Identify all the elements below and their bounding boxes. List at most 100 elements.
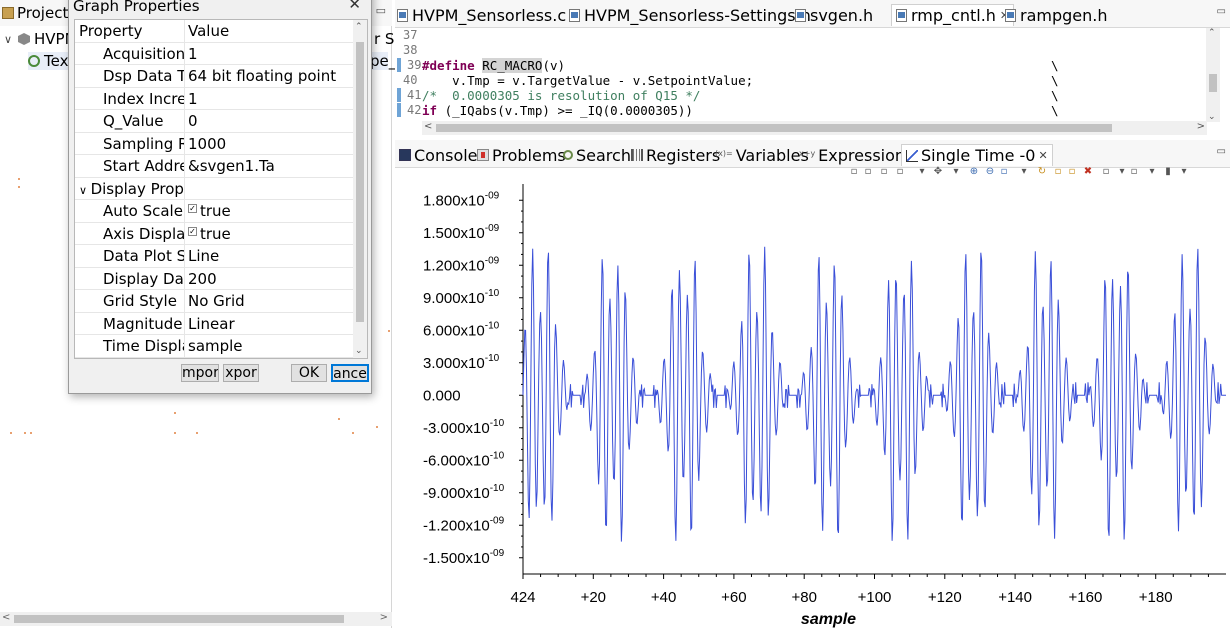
- property-row[interactable]: Q_Value 0: [75, 110, 355, 133]
- property-row[interactable]: Start Addre &svgen1.Ta: [75, 155, 355, 178]
- display-properties-icon[interactable]: ▫: [1128, 166, 1140, 178]
- minimize-maximize-buttons[interactable]: ▭: [1217, 6, 1226, 17]
- checkbox-checked[interactable]: ✓: [188, 204, 197, 213]
- zoom-out-icon[interactable]: ⊖: [984, 166, 996, 178]
- x-tick-label: +120: [928, 589, 962, 606]
- expand-chevron-icon[interactable]: ∨: [4, 33, 14, 46]
- tab-console[interactable]: Console: [399, 144, 478, 166]
- property-value[interactable]: 200: [188, 268, 355, 290]
- tab-search[interactable]: Search: [563, 144, 631, 166]
- property-value[interactable]: false: [188, 358, 355, 359]
- property-row[interactable]: Sampling R 1000: [75, 132, 355, 155]
- property-value[interactable]: ✓ true: [188, 200, 355, 222]
- property-row[interactable]: Axis Display✓true: [75, 222, 355, 245]
- close-icon[interactable]: ✕: [348, 0, 361, 13]
- export-button[interactable]: xpor: [223, 364, 259, 382]
- property-value[interactable]: No Grid: [188, 290, 355, 312]
- dropdown-icon[interactable]: ▾: [1146, 166, 1158, 178]
- property-row[interactable]: Index Increi 1: [75, 87, 355, 110]
- tree-item-project[interactable]: ∨ HVPN: [4, 30, 76, 48]
- tab-svgen-h[interactable]: svgen.h: [795, 4, 873, 26]
- ok-button[interactable]: OK: [291, 364, 327, 382]
- tab-single-time-graph[interactable]: Single Time -0 ✕: [901, 144, 1053, 166]
- property-row[interactable]: Time Displa sample: [75, 335, 355, 358]
- editor-hscrollbar[interactable]: < >: [422, 121, 1207, 135]
- dropdown-icon[interactable]: ▾: [916, 166, 928, 178]
- tab-hvpm-sensorless-settings-h[interactable]: HVPM_Sensorless-Settings.h: [569, 4, 811, 26]
- property-value[interactable]: sample: [188, 335, 355, 357]
- scroll-up-icon[interactable]: ⌃: [1208, 28, 1216, 38]
- import-button[interactable]: mpor: [181, 364, 219, 382]
- remove-icon[interactable]: ✖: [1082, 166, 1094, 178]
- scroll-down-icon[interactable]: ⌄: [1208, 112, 1216, 122]
- scroll-left-icon[interactable]: <: [424, 121, 432, 132]
- scroll-left-icon[interactable]: <: [2, 612, 10, 623]
- close-tab-icon[interactable]: ✕: [1038, 149, 1047, 162]
- property-value[interactable]: &svgen1.Ta: [188, 155, 355, 177]
- tab-expressions[interactable]: x+y Expressions: [799, 144, 913, 166]
- property-value[interactable]: ✓ true: [188, 223, 355, 245]
- tab-problems[interactable]: Problems: [477, 144, 566, 166]
- show-data-icon[interactable]: ▫: [848, 166, 860, 178]
- single-time-graph[interactable]: 1.800x10-09 1.500x10-09 1.200x10-09 9.000x1…: [395, 168, 1230, 628]
- dropdown-icon[interactable]: ▾: [1018, 166, 1030, 178]
- minimize-maximize-buttons[interactable]: ▭: [1217, 146, 1226, 157]
- property-value[interactable]: 64 bit floating point: [188, 65, 355, 87]
- property-row[interactable]: Magnitude Linear: [75, 312, 355, 335]
- property-row[interactable]: Data Plot S Line: [75, 245, 355, 268]
- refresh-icon[interactable]: ↻: [1036, 166, 1048, 178]
- property-value[interactable]: 1: [188, 43, 355, 65]
- property-value[interactable]: [188, 178, 355, 200]
- editor-vscrollbar[interactable]: ⌃ ⌄: [1206, 28, 1220, 122]
- zoom-fit-icon[interactable]: ▫: [998, 166, 1010, 178]
- dropdown-icon[interactable]: ▾: [950, 166, 962, 178]
- property-value[interactable]: Line: [188, 245, 355, 267]
- project-explorer-hscrollbar[interactable]: < >: [0, 612, 392, 626]
- scrollbar-thumb[interactable]: [436, 124, 1112, 132]
- tab-registers[interactable]: Registers: [631, 144, 720, 166]
- minimize-maximize-buttons[interactable]: ▭: [376, 4, 386, 17]
- property-row[interactable]: Acquisition 1: [75, 42, 355, 65]
- property-row[interactable]: Display Dat 200: [75, 267, 355, 290]
- tab-rmp-cntl-h[interactable]: rmp_cntl.h ✕: [891, 4, 1015, 26]
- scroll-right-icon[interactable]: >: [380, 612, 388, 623]
- tab-variables[interactable]: (x)= Variables: [715, 144, 809, 166]
- grid-icon[interactable]: ▫: [862, 166, 874, 178]
- pause-icon[interactable]: ▮: [1162, 166, 1174, 178]
- property-value[interactable]: Linear: [188, 313, 355, 335]
- cancel-button[interactable]: ance: [331, 364, 369, 382]
- property-value[interactable]: 1: [188, 88, 355, 110]
- tab-rampgen-h[interactable]: rampgen.h: [1005, 4, 1108, 26]
- scroll-up-icon[interactable]: ⌃: [355, 22, 363, 32]
- checkbox-checked[interactable]: ✓: [188, 226, 197, 236]
- clear-icon[interactable]: ▫: [1100, 166, 1112, 178]
- scrollbar-thumb[interactable]: [1209, 74, 1217, 92]
- property-row[interactable]: Use Dc Valufalse: [75, 357, 355, 359]
- property-name: Start Addre: [75, 155, 185, 177]
- legend-icon[interactable]: ▫: [878, 166, 890, 178]
- property-row[interactable]: Grid Style No Grid: [75, 290, 355, 313]
- property-table-vscrollbar[interactable]: ⌃ ⌄: [353, 20, 367, 358]
- property-value[interactable]: 1000: [188, 133, 355, 155]
- reset-icon[interactable]: ▫: [1066, 166, 1078, 178]
- scroll-right-icon[interactable]: >: [1197, 121, 1205, 132]
- scrollbar-thumb[interactable]: [356, 42, 364, 322]
- scroll-down-icon[interactable]: ⌄: [355, 346, 363, 356]
- property-row[interactable]: Dsp Data T 64 bit floating point: [75, 65, 355, 88]
- menu-icon[interactable]: ▾: [1178, 166, 1190, 178]
- scrollbar-thumb[interactable]: [14, 615, 344, 623]
- property-value[interactable]: 0: [188, 110, 355, 132]
- tab-project-explorer[interactable]: Project: [2, 4, 68, 22]
- pan-icon[interactable]: ✥: [932, 166, 944, 178]
- property-row[interactable]: Auto Scale ✓ true: [75, 200, 355, 223]
- tab-hvpm-sensorless-c[interactable]: HVPM_Sensorless.c: [397, 4, 566, 26]
- y-tick-mantissa: -1.200x10: [423, 517, 490, 534]
- code-editor[interactable]: 37 38 39 40 41 42 #define RC_MACRO(v) v.…: [395, 28, 1230, 136]
- zoom-in-icon[interactable]: ⊕: [968, 166, 980, 178]
- auto-scale-icon[interactable]: ▫: [1052, 166, 1064, 178]
- decorative-dot: [338, 418, 340, 420]
- expand-chevron-icon[interactable]: ∨: [79, 184, 91, 197]
- dropdown-icon[interactable]: ▾: [1116, 166, 1128, 178]
- property-group-row[interactable]: ∨ Display Prope: [75, 177, 355, 200]
- export-icon[interactable]: ▫: [894, 166, 906, 178]
